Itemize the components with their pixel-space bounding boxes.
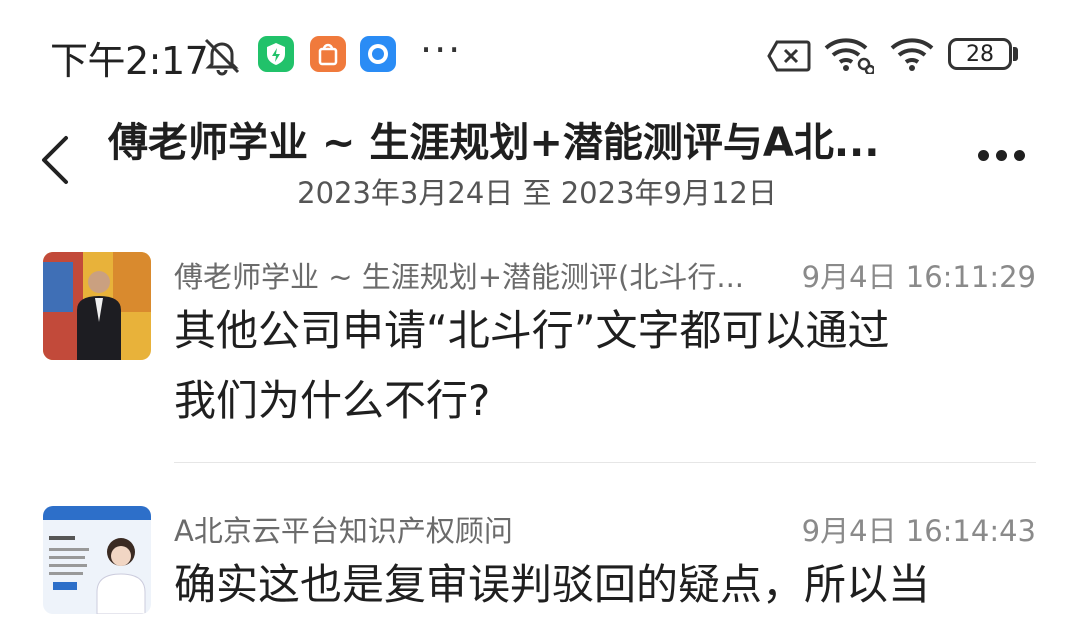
- date-range-text: 2023年3月24日 至 2023年9月12日: [297, 176, 777, 210]
- status-bar: 下午2:17 ··· 28: [0, 0, 1080, 108]
- battery-tip: [1013, 47, 1018, 61]
- more-dots-icon: ···: [420, 28, 463, 72]
- sender-name: A北京云平台知识产权顾问: [174, 514, 513, 548]
- message-line: 确实这也是复审误判驳回的疑点，所以当: [174, 560, 931, 609]
- green-app-icon: [258, 36, 294, 72]
- message-line: 我们为什么不行?: [174, 376, 491, 425]
- list-item[interactable]: 傅老师学业 ~ 生涯规划+潜能测评(北斗行... 9月4日 16:11:29 其…: [0, 252, 1080, 462]
- message-text: 确实这也是复审误判驳回的疑点，所以当: [174, 550, 1034, 620]
- message-time: 9月4日 16:11:29: [801, 260, 1036, 294]
- wifi-icon: [890, 38, 934, 71]
- date-range: 2023年3月24日 至 2023年9月12日: [0, 170, 1080, 212]
- wifi-link-icon: [824, 38, 874, 74]
- divider: [174, 462, 1036, 463]
- message-line: 其他公司申请“北斗行”文字都可以通过: [174, 306, 890, 355]
- orange-app-icon: [310, 36, 346, 72]
- dnd-icon: [204, 38, 240, 76]
- sender-name: 傅老师学业 ~ 生涯规划+潜能测评(北斗行...: [174, 260, 745, 294]
- list-item[interactable]: A北京云平台知识产权顾问 9月4日 16:14:43 确实这也是复审误判驳回的疑…: [0, 506, 1080, 614]
- message-time: 9月4日 16:14:43: [801, 514, 1036, 548]
- battery-icon: 28: [948, 38, 1012, 70]
- avatar[interactable]: [43, 252, 151, 360]
- avatar[interactable]: [43, 506, 151, 614]
- status-time: 下午2:17: [50, 39, 209, 83]
- chat-title: 傅老师学业 ~ 生涯规划+潜能测评与A北...: [108, 120, 880, 166]
- more-options-icon[interactable]: [978, 150, 1025, 161]
- sim-x-icon: [767, 40, 811, 72]
- message-text: 其他公司申请“北斗行”文字都可以通过 我们为什么不行?: [174, 296, 1034, 436]
- blue-app-icon: [360, 36, 396, 72]
